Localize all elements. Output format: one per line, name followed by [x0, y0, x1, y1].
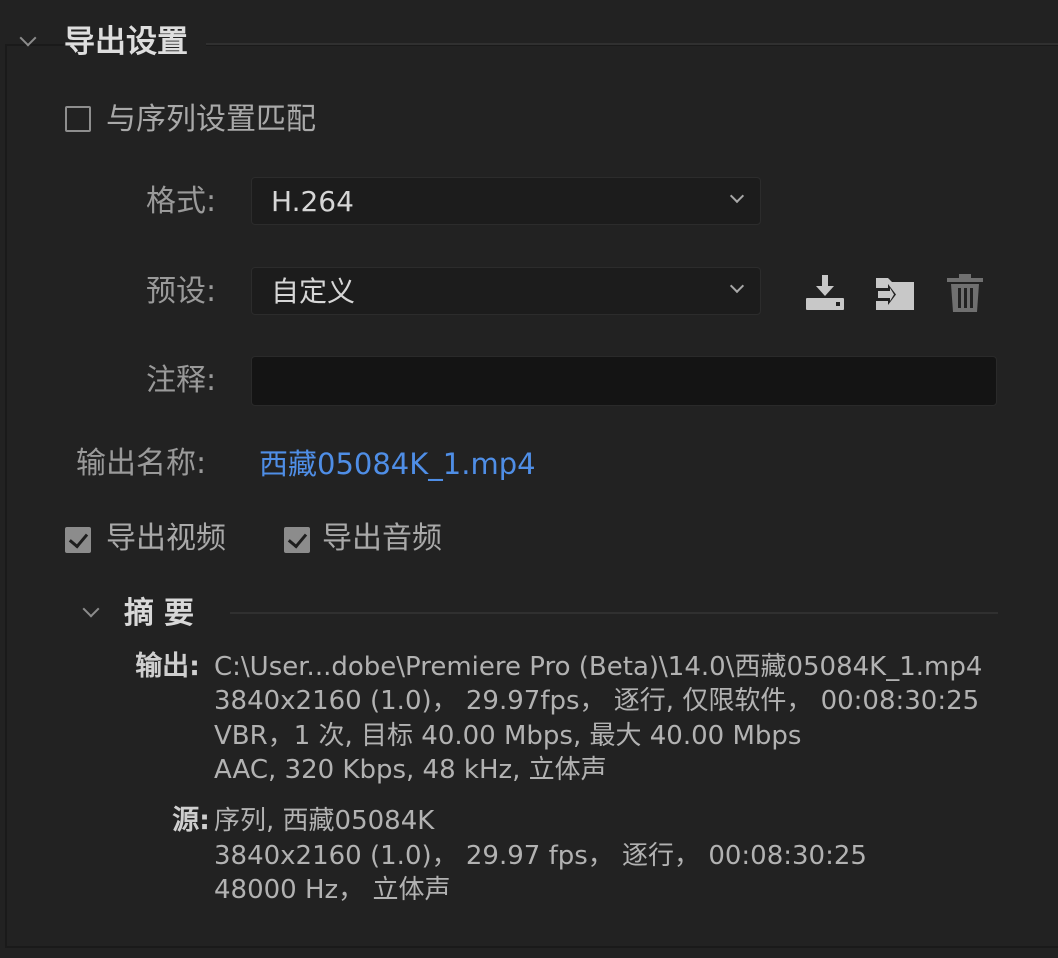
- summary-source-label: 源:: [172, 805, 210, 836]
- output-name-label: 输出名称:: [76, 446, 207, 481]
- preset-dropdown[interactable]: 自定义: [251, 267, 761, 315]
- summary-output-line: AAC, 320 Kbps, 48 kHz, 立体声: [214, 755, 607, 785]
- format-dropdown[interactable]: H.264: [251, 177, 761, 225]
- export-video-label[interactable]: 导出视频: [106, 519, 226, 559]
- chevron-down-icon: [729, 188, 745, 204]
- match-sequence-label[interactable]: 与序列设置匹配: [106, 100, 316, 140]
- chevron-down-icon: [729, 278, 745, 294]
- output-name-link[interactable]: 西藏05084K_1.mp4: [259, 444, 536, 484]
- format-label: 格式:: [146, 184, 217, 219]
- export-video-checkbox[interactable]: [65, 527, 91, 553]
- summary-source-line: 48000 Hz， 立体声: [214, 875, 451, 905]
- import-preset-icon[interactable]: [872, 270, 918, 316]
- summary-title: 摘要: [124, 596, 204, 631]
- delete-preset-icon[interactable]: [942, 270, 988, 316]
- summary-source-line: 3840x2160 (1.0)， 29.97 fps， 逐行， 00:08:30…: [214, 841, 867, 871]
- match-sequence-checkbox[interactable]: [65, 106, 91, 132]
- save-preset-icon[interactable]: [802, 270, 848, 316]
- comments-input[interactable]: [251, 356, 997, 406]
- summary-divider: [230, 612, 998, 614]
- header-divider: [200, 43, 1058, 45]
- summary-output-line: 3840x2160 (1.0)， 29.97fps， 逐行, 仅限软件， 00:…: [214, 686, 980, 716]
- export-audio-checkbox[interactable]: [284, 527, 310, 553]
- comments-label: 注释:: [146, 363, 217, 398]
- format-value: H.264: [271, 185, 354, 218]
- export-audio-label[interactable]: 导出音频: [322, 519, 442, 559]
- preset-label: 预设:: [146, 274, 217, 309]
- summary-output-label: 输出:: [135, 651, 200, 682]
- summary-output-line: C:\User...dobe\Premiere Pro (Beta)\14.0\…: [214, 652, 983, 682]
- preset-value: 自定义: [271, 275, 356, 308]
- summary-source-line: 序列, 西藏05084K: [214, 806, 435, 836]
- summary-output-line: VBR，1 次, 目标 40.00 Mbps, 最大 40.00 Mbps: [214, 721, 802, 751]
- section-title: 导出设置: [64, 20, 206, 64]
